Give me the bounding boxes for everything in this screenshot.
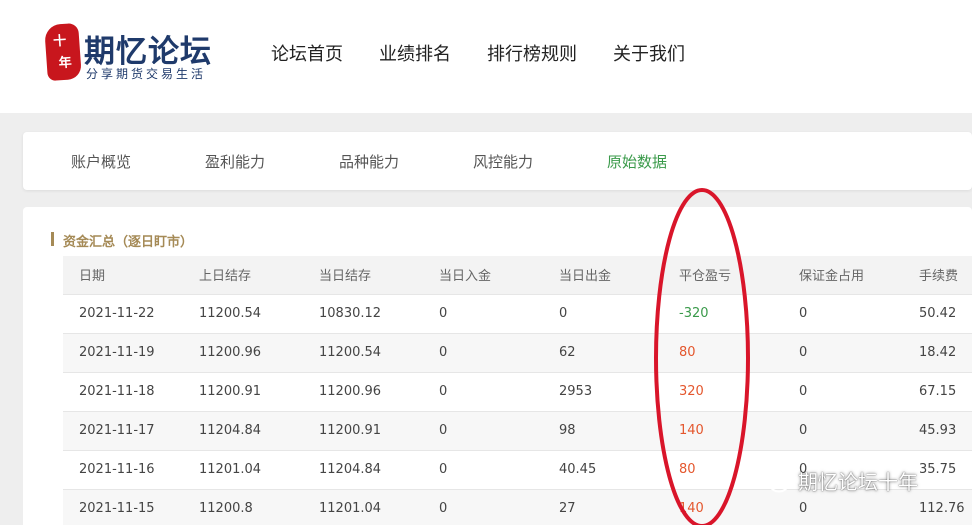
cell-deposit: 0 <box>423 293 543 333</box>
cell-deposit: 0 <box>423 332 543 372</box>
cell-date: 2021-11-19 <box>63 332 183 372</box>
cell-date: 2021-11-17 <box>63 410 183 450</box>
cell-date: 2021-11-22 <box>63 293 183 333</box>
site-header: 十 年 期忆论坛 分享期货交易生活 论坛首页 业绩排名 排行榜规则 关于我们 <box>0 0 972 113</box>
tab-raw-data[interactable]: 原始数据 <box>607 151 667 172</box>
cell-prev-balance: 11200.96 <box>183 332 303 372</box>
cell-margin: 0 <box>783 371 903 411</box>
tab-account-overview[interactable]: 账户概览 <box>71 151 131 172</box>
nav-rules[interactable]: 排行榜规则 <box>487 40 577 66</box>
cell-balance: 10830.12 <box>303 293 423 333</box>
table-row: 2021-11-19 11200.96 11200.54 0 62 80 0 1… <box>63 332 972 372</box>
seal-char-1: 十 <box>52 33 67 50</box>
main-nav: 论坛首页 业绩排名 排行榜规则 关于我们 <box>271 40 721 66</box>
cell-prev-balance: 11204.84 <box>183 410 303 450</box>
tab-profitability[interactable]: 盈利能力 <box>205 151 265 172</box>
cell-balance: 11200.96 <box>303 371 423 411</box>
cell-withdrawal: 2953 <box>543 371 663 411</box>
watermark-text: 期忆论坛十年 <box>798 470 918 494</box>
cell-prev-balance: 11200.54 <box>183 293 303 333</box>
tab-instrument-ability[interactable]: 品种能力 <box>339 151 399 172</box>
cell-balance: 11204.84 <box>303 449 423 489</box>
cell-fee: 50.42 <box>903 293 972 333</box>
cell-prev-balance: 11200.8 <box>183 488 303 525</box>
col-header-closed-pnl: 平仓盈亏 <box>663 256 783 294</box>
cell-deposit: 0 <box>423 410 543 450</box>
cell-withdrawal: 0 <box>543 293 663 333</box>
cell-deposit: 0 <box>423 449 543 489</box>
section-title: 资金汇总（逐日盯市） <box>50 231 193 250</box>
cell-fee: 18.42 <box>903 332 972 372</box>
cell-closed-pnl: 80 <box>663 332 783 372</box>
cell-balance: 11201.04 <box>303 488 423 525</box>
col-header-balance: 当日结存 <box>303 256 423 294</box>
seal-char-2: 年 <box>58 55 73 72</box>
cell-deposit: 0 <box>423 371 543 411</box>
tab-bar: 账户概览 盈利能力 品种能力 风控能力 原始数据 <box>23 132 972 190</box>
col-header-prev-balance: 上日结存 <box>183 256 303 294</box>
cell-margin: 0 <box>783 332 903 372</box>
cell-withdrawal: 98 <box>543 410 663 450</box>
cell-closed-pnl: 140 <box>663 410 783 450</box>
cell-closed-pnl: -320 <box>663 293 783 333</box>
cell-deposit: 0 <box>423 488 543 525</box>
cell-date: 2021-11-16 <box>63 449 183 489</box>
cell-margin: 0 <box>783 410 903 450</box>
cell-date: 2021-11-15 <box>63 488 183 525</box>
cell-date: 2021-11-18 <box>63 371 183 411</box>
cell-withdrawal: 62 <box>543 332 663 372</box>
seal-icon: 十 年 <box>44 22 82 82</box>
cell-closed-pnl: 320 <box>663 371 783 411</box>
cell-fee: 45.93 <box>903 410 972 450</box>
col-header-fee: 手续费 <box>903 256 972 294</box>
table-header-row: 日期 上日结存 当日结存 当日入金 当日出金 平仓盈亏 保证金占用 手续费 <box>63 256 972 294</box>
logo-subtitle: 分享期货交易生活 <box>86 67 207 81</box>
cell-prev-balance: 11200.91 <box>183 371 303 411</box>
table-row: 2021-11-22 11200.54 10830.12 0 0 -320 0 … <box>63 293 972 333</box>
cell-margin: 0 <box>783 293 903 333</box>
nav-home[interactable]: 论坛首页 <box>271 40 343 66</box>
col-header-deposit: 当日入金 <box>423 256 543 294</box>
watermark: 期忆论坛十年 <box>758 466 918 495</box>
col-header-margin: 保证金占用 <box>783 256 903 294</box>
col-header-date: 日期 <box>63 256 183 294</box>
wechat-icon <box>758 467 789 492</box>
nav-about[interactable]: 关于我们 <box>613 40 685 66</box>
cell-prev-balance: 11201.04 <box>183 449 303 489</box>
site-logo[interactable]: 十 年 期忆论坛 分享期货交易生活 <box>44 22 226 84</box>
nav-ranking[interactable]: 业绩排名 <box>379 40 451 66</box>
table-row: 2021-11-18 11200.91 11200.96 0 2953 320 … <box>63 371 972 411</box>
cell-withdrawal: 40.45 <box>543 449 663 489</box>
cell-withdrawal: 27 <box>543 488 663 525</box>
tab-risk-control[interactable]: 风控能力 <box>473 151 533 172</box>
cell-balance: 11200.91 <box>303 410 423 450</box>
table-row: 2021-11-17 11204.84 11200.91 0 98 140 0 … <box>63 410 972 450</box>
cell-fee: 67.15 <box>903 371 972 411</box>
col-header-withdrawal: 当日出金 <box>543 256 663 294</box>
cell-balance: 11200.54 <box>303 332 423 372</box>
